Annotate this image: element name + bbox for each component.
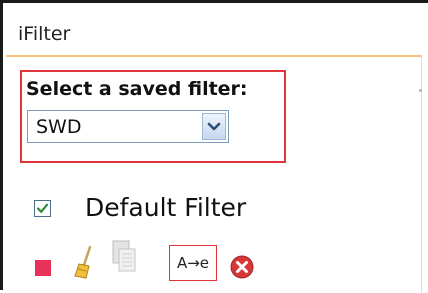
ifilter-panel: iFilter Select a saved filter: SWD Defau… <box>0 0 428 293</box>
chevron-down-icon[interactable] <box>202 113 226 140</box>
checkmark-icon <box>36 203 49 213</box>
saved-filter-section: Select a saved filter: SWD <box>20 70 286 163</box>
scroll-marker <box>419 89 422 92</box>
panel-divider <box>421 57 422 293</box>
default-filter-checkbox[interactable] <box>34 200 51 217</box>
saved-filter-label: Select a saved filter: <box>26 78 248 100</box>
default-filter-label: Default Filter <box>85 193 247 222</box>
copy-icon[interactable] <box>111 239 139 279</box>
saved-filter-value: SWD <box>36 116 82 138</box>
delete-icon[interactable] <box>229 254 255 280</box>
stop-icon[interactable] <box>35 260 51 276</box>
rename-icon[interactable]: A→e <box>169 245 217 281</box>
panel-titlebar: iFilter <box>6 5 422 57</box>
saved-filter-select[interactable]: SWD <box>27 110 229 143</box>
broom-icon[interactable] <box>73 245 95 279</box>
panel-title: iFilter <box>18 23 71 45</box>
